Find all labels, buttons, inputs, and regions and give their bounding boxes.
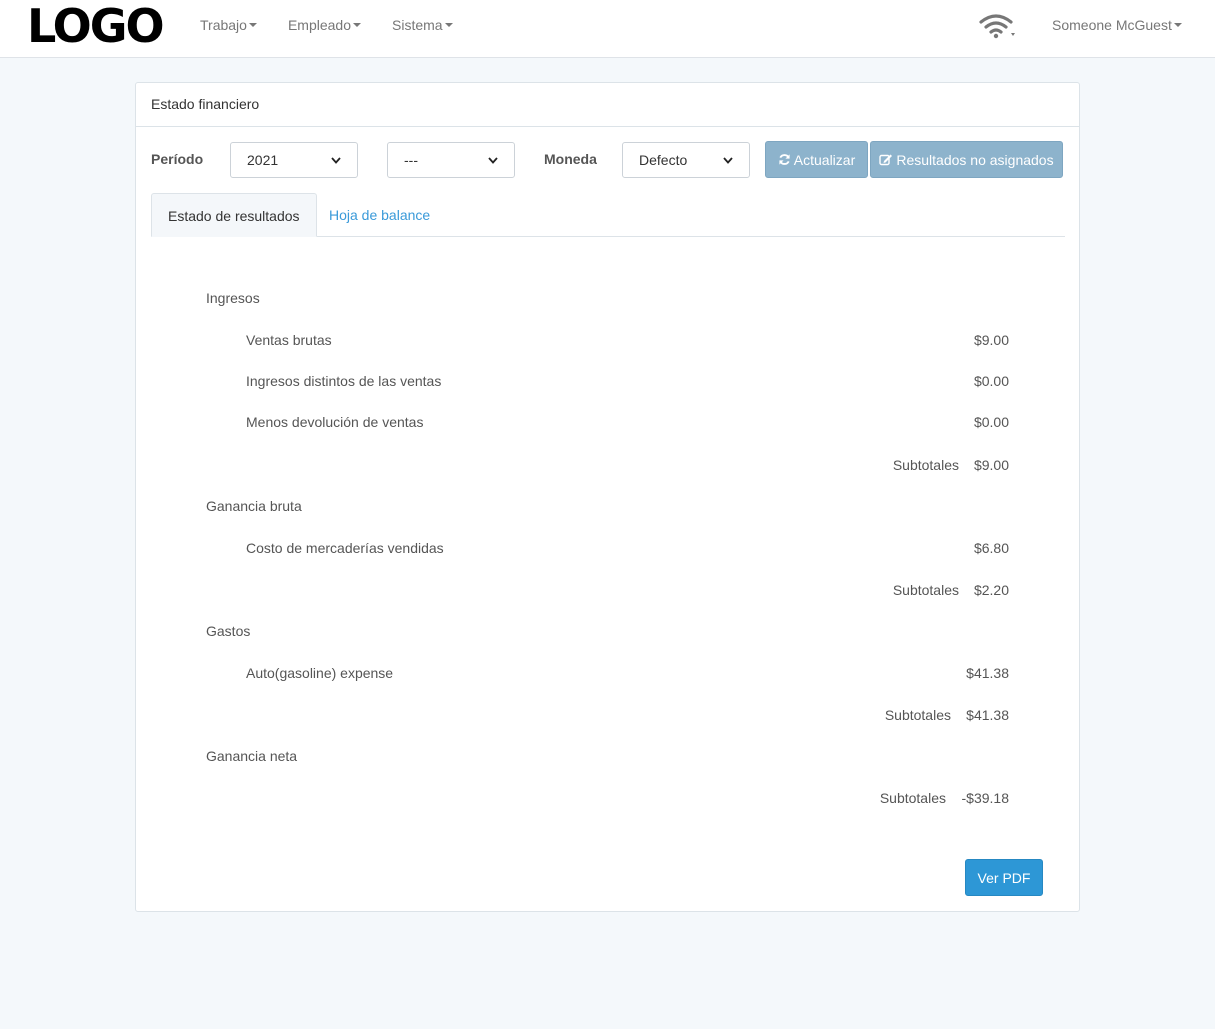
currency-select[interactable]: Defecto: [622, 142, 750, 178]
line-item-value: $6.80: [973, 540, 1009, 556]
subtotal-label: Subtotales: [892, 457, 959, 473]
tab-income-statement-label: Estado de resultados: [168, 208, 300, 224]
caret-down-icon: [1173, 23, 1182, 27]
chevron-down-icon: [723, 156, 733, 164]
line-item-value: $41.38: [966, 665, 1009, 681]
view-pdf-button[interactable]: Ver PDF: [965, 859, 1043, 896]
refresh-icon: [779, 154, 790, 165]
period-select[interactable]: 2021: [230, 142, 358, 178]
caret-down-icon: [444, 23, 453, 27]
top-navbar: LOGO Trabajo Empleado Sistema Someone Mc…: [0, 0, 1215, 58]
panel-title: Estado financiero: [136, 83, 1079, 127]
edit-icon: [879, 154, 893, 166]
logo[interactable]: LOGO: [27, 3, 165, 49]
refresh-button-label: Actualizar: [793, 151, 856, 168]
line-item-value: $0.00: [973, 414, 1009, 430]
menu-sistema[interactable]: Sistema: [392, 17, 453, 33]
caret-down-icon: [353, 23, 361, 27]
refresh-button[interactable]: Actualizar: [765, 141, 868, 178]
section-title-text: Ganancia bruta: [206, 498, 302, 514]
tab-income-statement[interactable]: Estado de resultados: [151, 193, 317, 237]
line-item-value: $0.00: [973, 373, 1009, 389]
line-item-label: Ingresos distintos de las ventas: [246, 373, 442, 389]
subtotal-label: Subtotales: [884, 707, 951, 723]
subtotal-value: -$39.18: [961, 790, 1009, 806]
line-item-value: $9.00: [973, 332, 1009, 348]
section-title-text: Ingresos: [206, 290, 260, 306]
line-item-label: Menos devolución de ventas: [246, 414, 424, 430]
line-item-label: Costo de mercaderías vendidas: [246, 540, 444, 556]
unassigned-results-label: Resultados no asignados: [896, 151, 1054, 168]
menu-trabajo-label: Trabajo: [200, 17, 247, 33]
user-menu[interactable]: Someone McGuest: [1052, 17, 1182, 33]
subtotal-value: $2.20: [973, 582, 1009, 598]
view-pdf-label: Ver PDF: [977, 869, 1031, 886]
chevron-down-icon: [331, 156, 341, 164]
main-menu: Trabajo Empleado Sistema: [200, 17, 484, 33]
statement-tabs: Estado de resultados Hoja de balance: [151, 193, 1065, 237]
wifi-icon: [979, 14, 1015, 39]
financial-statement-panel: Estado financiero Período 2021 --- Moned…: [135, 82, 1080, 912]
connection-status-menu[interactable]: [979, 14, 1015, 40]
subtotal-label: Subtotales: [892, 582, 959, 598]
menu-empleado[interactable]: Empleado: [288, 17, 361, 33]
chevron-down-icon: [488, 156, 498, 164]
period-label: Período: [151, 151, 204, 167]
period-select-value: 2021: [247, 152, 279, 168]
menu-sistema-label: Sistema: [392, 17, 443, 33]
subperiod-select[interactable]: ---: [387, 142, 515, 178]
tab-balance-sheet-label: Hoja de balance: [329, 207, 431, 223]
line-item-label: Ventas brutas: [246, 332, 332, 348]
caret-down-icon: [248, 23, 257, 27]
subtotal-label: Subtotales: [879, 790, 946, 806]
subperiod-select-value: ---: [404, 152, 418, 168]
menu-empleado-label: Empleado: [287, 17, 351, 33]
section-title-text: Ganancia neta: [206, 748, 298, 764]
section-title-text: Gastos: [206, 623, 251, 639]
subtotal-value: $9.00: [973, 457, 1009, 473]
menu-trabajo[interactable]: Trabajo: [200, 17, 257, 33]
unassigned-results-button[interactable]: Resultados no asignados: [870, 141, 1063, 178]
currency-select-value: Defecto: [639, 152, 688, 168]
currency-label: Moneda: [544, 151, 597, 167]
tab-balance-sheet[interactable]: Hoja de balance: [313, 193, 446, 237]
user-name: Someone McGuest: [1052, 17, 1172, 33]
filter-bar: Período 2021 --- Moneda Defecto Actualiz…: [136, 141, 1079, 181]
line-item-label: Auto(gasoline) expense: [246, 665, 394, 681]
subtotal-value: $41.38: [966, 707, 1009, 723]
